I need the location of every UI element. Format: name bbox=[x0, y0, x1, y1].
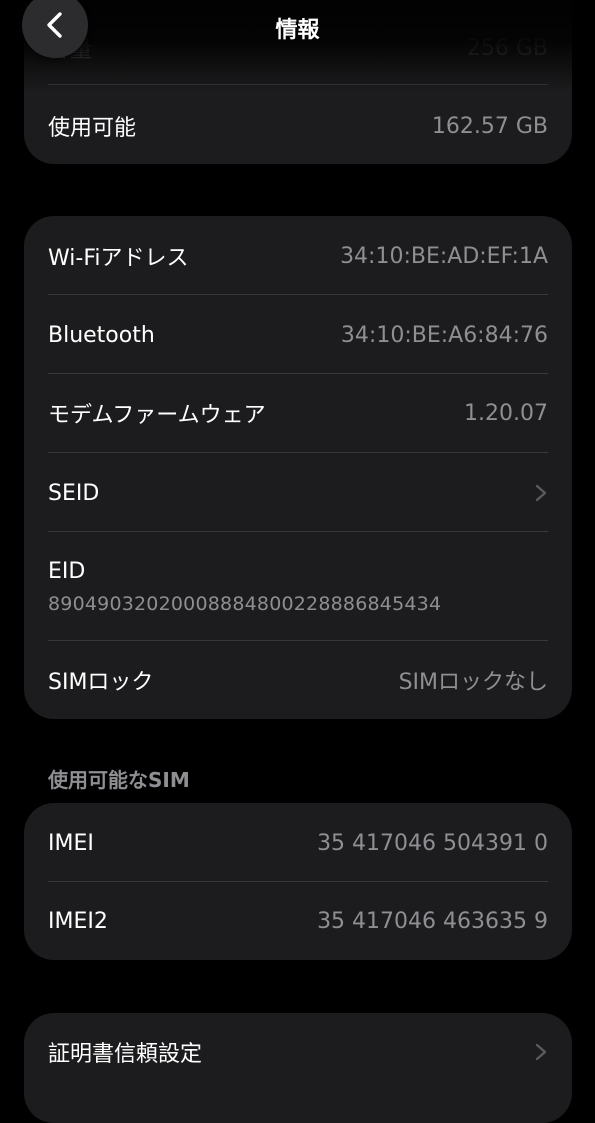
imei-row: IMEI 35 417046 504391 0 bbox=[48, 823, 548, 863]
imei-label: IMEI bbox=[48, 830, 94, 856]
wifi-row: Wi-Fiアドレス 34:10:BE:AD:EF:1A bbox=[48, 236, 548, 276]
seid-label: SEID bbox=[48, 480, 100, 506]
chevron-right-icon bbox=[535, 1043, 547, 1061]
eid-row: EID 89049032020008884800228886845434 bbox=[24, 531, 572, 640]
wifi-label: Wi-Fiアドレス bbox=[48, 246, 189, 271]
simlock-label: SIMロック bbox=[48, 670, 154, 695]
eid-value: 89049032020008884800228886845434 bbox=[48, 593, 442, 615]
imei2-value: 35 417046 463635 9 bbox=[317, 908, 548, 934]
simlock-row: SIMロック SIMロックなし bbox=[48, 660, 548, 700]
seid-row[interactable]: SEID bbox=[48, 473, 548, 513]
page-title: 情報 bbox=[275, 18, 320, 43]
simlock-value: SIMロックなし bbox=[398, 670, 548, 695]
available-row: 使用可能 162.57 GB bbox=[48, 106, 548, 146]
imei2-row: IMEI2 35 417046 463635 9 bbox=[48, 901, 548, 941]
modem-value: 1.20.07 bbox=[464, 400, 548, 426]
separator bbox=[48, 881, 548, 882]
imei2-label: IMEI2 bbox=[48, 908, 108, 934]
bluetooth-label: Bluetooth bbox=[48, 322, 155, 348]
bluetooth-row: Bluetooth 34:10:BE:A6:84:76 bbox=[48, 315, 548, 355]
sim-card: IMEI 35 417046 504391 0 IMEI2 35 417046 … bbox=[24, 803, 572, 960]
eid-label: EID bbox=[48, 559, 86, 584]
separator bbox=[48, 640, 548, 641]
separator bbox=[48, 373, 548, 374]
separator bbox=[48, 294, 548, 295]
wifi-value: 34:10:BE:AD:EF:1A bbox=[340, 243, 548, 269]
imei-value: 35 417046 504391 0 bbox=[317, 830, 548, 856]
network-card: Wi-Fiアドレス 34:10:BE:AD:EF:1A Bluetooth 34… bbox=[24, 216, 572, 719]
bluetooth-value: 34:10:BE:A6:84:76 bbox=[340, 322, 548, 348]
available-value: 162.57 GB bbox=[431, 113, 548, 139]
modem-label: モデムファームウェア bbox=[48, 403, 266, 428]
separator bbox=[48, 452, 548, 453]
chevron-right-icon bbox=[535, 484, 547, 502]
certificate-card[interactable]: 証明書信頼設定 bbox=[24, 1013, 572, 1123]
available-label: 使用可能 bbox=[48, 116, 137, 141]
certificate-label: 証明書信頼設定 bbox=[48, 1042, 203, 1067]
section-header-available-sim: 使用可能なSIM bbox=[48, 768, 190, 792]
separator bbox=[48, 84, 548, 85]
certificate-row[interactable]: 証明書信頼設定 bbox=[48, 1032, 548, 1072]
modem-row: モデムファームウェア 1.20.07 bbox=[48, 393, 548, 433]
